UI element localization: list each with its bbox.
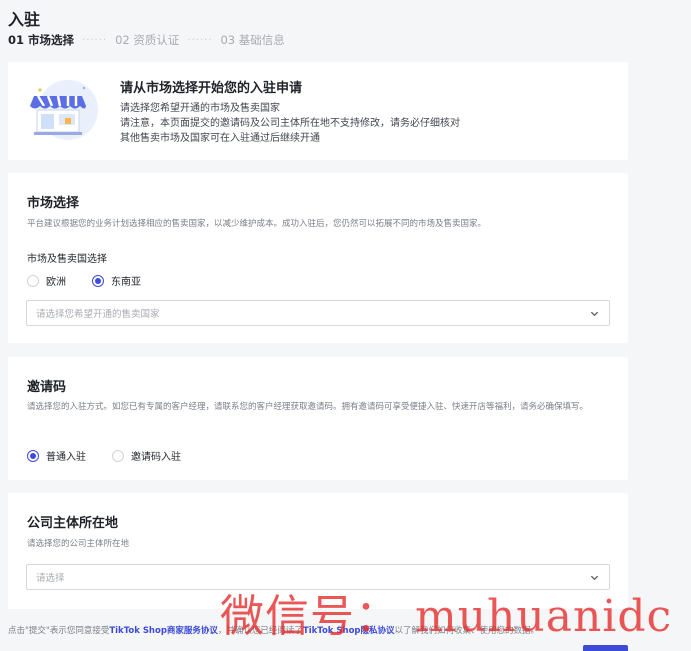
intro-line: 请选择您希望开通的市场及售卖国家 [120,103,280,114]
intro-title: 请从市场选择开始您的入驻申请 [120,81,303,96]
step-separator: ······ [187,34,213,46]
agreement-prefix: 点击"提交"表示您同意接受 [8,626,110,636]
country-select[interactable]: 请选择您希望开通的售卖国家 [26,300,610,326]
watermark-text: 微信号： muhuanidc [220,591,673,642]
market-radio-group: 欧洲 东南亚 [27,273,167,288]
radio-circle[interactable] [27,449,39,462]
radio-europe[interactable]: 欧洲 [27,273,66,288]
step-3-basic-info: 03 基础信息 [220,33,285,47]
chevron-down-icon [590,311,599,317]
radio-label: 普通入驻 [46,452,86,463]
step-2-qualification: 02 资质认证 [115,33,180,47]
merchant-agreement-link[interactable]: TikTok Shop商家服务协议 [109,626,218,636]
invite-section: 邀请码 请选择您的入驻方式。如您已有专属的客户经理，请联系您的客户经理获取邀请码… [8,357,628,480]
invite-radio-group: 普通入驻 邀请码入驻 [27,448,207,463]
submit-button[interactable] [583,645,628,651]
step-separator: ······ [82,34,108,46]
step-indicator: 01 市场选择 ······ 02 资质认证 ······ 03 基础信息 [8,32,285,48]
intro-card: 请从市场选择开始您的入驻申请 请选择您希望开通的市场及售卖国家 请注意，本页面提… [8,62,628,160]
step-1-market[interactable]: 01 市场选择 [8,32,74,48]
intro-line: 其他售卖市场及国家可在入驻通过后继续开通 [120,133,320,144]
section-desc-invite: 请选择您的入驻方式。如您已有专属的客户经理，请联系您的客户经理获取邀请码。拥有邀… [27,402,589,412]
radio-invite-code-entry[interactable]: 邀请码入驻 [112,448,181,463]
company-select-placeholder: 请选择 [36,573,65,584]
radio-southeast-asia[interactable]: 东南亚 [92,273,141,288]
section-desc-market: 平台建议根据您的业务计划选择相应的售卖国家，以减少维护成本。成功入驻后，您仍然可… [27,219,487,229]
radio-normal-entry[interactable]: 普通入驻 [27,448,86,463]
section-title-market: 市场选择 [27,196,80,211]
radio-circle[interactable] [92,274,104,287]
radio-label: 邀请码入驻 [131,452,181,463]
section-title-company: 公司主体所在地 [27,516,119,531]
storefront-illustration-icon [24,76,102,142]
radio-label: 欧洲 [46,277,66,288]
page-title: 入驻 [8,10,41,29]
radio-label: 东南亚 [111,277,141,288]
section-desc-company: 请选择您的公司主体所在地 [27,539,130,549]
market-field-label: 市场及售卖国选择 [27,254,107,265]
country-select-placeholder: 请选择您希望开通的售卖国家 [36,309,160,320]
section-title-invite: 邀请码 [27,380,67,395]
radio-circle[interactable] [112,449,124,462]
market-section: 市场选择 平台建议根据您的业务计划选择相应的售卖国家，以减少维护成本。成功入驻后… [8,173,628,343]
intro-line: 请注意，本页面提交的邀请码及公司主体所在地不支持修改，请务必仔细核对 [120,118,460,129]
radio-circle[interactable] [27,274,39,287]
